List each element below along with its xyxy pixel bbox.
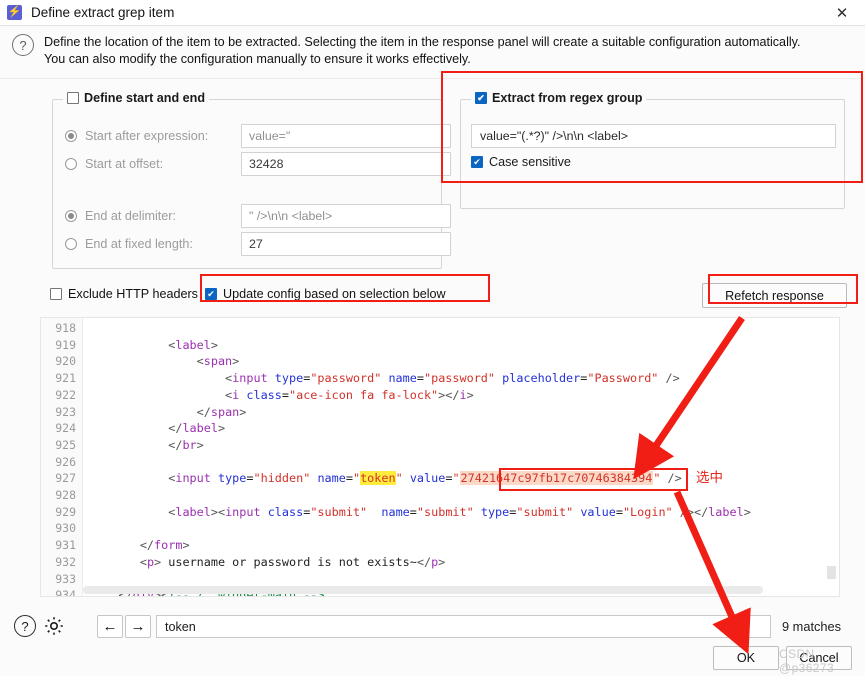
- line-number: 923: [55, 404, 76, 419]
- nav-back-icon[interactable]: ←: [97, 615, 123, 638]
- extract-regex-group: Extract from regex group value="(.*?)" /…: [460, 91, 845, 209]
- exclude-http-headers-label: Exclude HTTP headers: [68, 287, 198, 301]
- code-line: </span>: [196, 404, 247, 419]
- selected-token-value[interactable]: 27421647c97fb17c70746384394: [459, 471, 654, 486]
- line-number: 932: [55, 554, 76, 569]
- regex-pattern-input[interactable]: value="(.*?)" />\n\n <label>: [471, 124, 836, 148]
- line-number: 934: [55, 588, 76, 597]
- search-input[interactable]: token: [156, 615, 771, 638]
- end-at-delimiter-label: End at delimiter:: [85, 209, 176, 223]
- main-panel: Define start and end Start after express…: [0, 78, 865, 605]
- exclude-http-headers-row[interactable]: Exclude HTTP headers: [50, 287, 198, 301]
- start-after-expression-label: Start after expression:: [85, 129, 209, 143]
- code-line: <label><input class="submit" name="submi…: [168, 504, 751, 519]
- extract-regex-label: Extract from regex group: [492, 91, 643, 105]
- code-content[interactable]: <label> <span> <input type="password" na…: [83, 318, 839, 596]
- end-at-fixed-length-input[interactable]: 27: [241, 232, 451, 256]
- window-title: Define extract grep item: [31, 5, 175, 20]
- line-number: 926: [55, 454, 76, 469]
- line-number-gutter: 918 919 920 921 922 923 924 925 926 927 …: [41, 318, 83, 597]
- start-at-offset-input[interactable]: 32428: [241, 152, 451, 176]
- gear-icon[interactable]: [42, 614, 66, 638]
- end-at-fixed-length-radio[interactable]: [65, 238, 77, 250]
- end-at-fixed-length-label: End at fixed length:: [85, 237, 193, 251]
- line-number: 930: [55, 521, 76, 536]
- description-text: Define the location of the item to be ex…: [44, 35, 801, 66]
- code-line: <span>: [196, 354, 240, 369]
- options-row: Exclude HTTP headers Update config based…: [0, 283, 865, 309]
- define-start-end-checkbox[interactable]: [67, 92, 79, 104]
- update-config-checkbox[interactable]: [205, 288, 217, 300]
- code-line: <label>: [168, 337, 218, 352]
- description-row: ? Define the location of the item to be …: [0, 26, 865, 78]
- question-mark-icon[interactable]: ?: [14, 615, 36, 637]
- editor-vertical-scrollbar[interactable]: [827, 566, 836, 579]
- line-number: 925: [55, 437, 76, 452]
- start-at-offset-row: Start at offset: 32428: [65, 152, 451, 176]
- line-number: 921: [55, 371, 76, 386]
- case-sensitive-label: Case sensitive: [489, 155, 571, 169]
- token-highlight: token: [360, 471, 396, 486]
- line-number: 920: [55, 354, 76, 369]
- start-at-offset-radio[interactable]: [65, 158, 77, 170]
- watermark: CSDN @p36273: [779, 647, 835, 675]
- line-number: 927: [55, 471, 76, 486]
- response-code-editor[interactable]: 918 919 920 921 922 923 924 925 926 927 …: [40, 317, 840, 597]
- line-number: 924: [55, 421, 76, 436]
- extract-regex-checkbox[interactable]: [475, 92, 487, 104]
- line-number: 933: [55, 571, 76, 586]
- line-number: 928: [55, 488, 76, 503]
- exclude-http-headers-checkbox[interactable]: [50, 288, 62, 300]
- annotation-chinese-label: 选中: [695, 470, 723, 487]
- line-number: 931: [55, 538, 76, 553]
- line-number: 929: [55, 504, 76, 519]
- footer-bar: ? ← → token 9 matches OK Cancel: [0, 605, 865, 676]
- extract-regex-legend: Extract from regex group: [471, 91, 647, 105]
- start-at-offset-label: Start at offset:: [85, 157, 164, 171]
- define-start-end-legend: Define start and end: [63, 91, 210, 105]
- line-number: 919: [55, 337, 76, 352]
- code-line: </label>: [168, 421, 226, 436]
- define-start-end-label: Define start and end: [84, 91, 206, 105]
- lightning-bolt-icon: ⚡: [7, 5, 22, 20]
- end-at-delimiter-radio[interactable]: [65, 210, 77, 222]
- editor-horizontal-scrollbar[interactable]: [83, 586, 763, 594]
- ok-button[interactable]: OK: [713, 646, 779, 670]
- start-after-expression-input[interactable]: value=": [241, 124, 451, 148]
- close-icon[interactable]: ✕: [819, 0, 865, 26]
- case-sensitive-row: Case sensitive: [471, 155, 571, 169]
- start-after-expression-radio[interactable]: [65, 130, 77, 142]
- code-line: <input type="password" name="password" p…: [225, 371, 680, 386]
- line-number: 922: [55, 387, 76, 402]
- end-at-delimiter-input[interactable]: " />\n\n <label>: [241, 204, 451, 228]
- match-count-label: 9 matches: [782, 619, 842, 634]
- title-bar: ⚡ Define extract grep item ✕: [0, 0, 865, 26]
- code-line: </form>: [139, 538, 190, 553]
- case-sensitive-checkbox[interactable]: [471, 156, 483, 168]
- code-line: <p> username or password is not exists~<…: [139, 554, 446, 569]
- code-line-token: <input type="hidden" name="token" value=…: [168, 470, 723, 487]
- update-config-label: Update config based on selection below: [223, 287, 446, 301]
- nav-forward-icon[interactable]: →: [125, 615, 151, 638]
- question-mark-icon: ?: [12, 34, 34, 56]
- refetch-response-button[interactable]: Refetch response: [702, 283, 847, 308]
- define-start-end-group: Define start and end Start after express…: [52, 91, 451, 269]
- code-line: <i class="ace-icon fa fa-lock"></i>: [225, 387, 474, 402]
- code-line: </br>: [168, 437, 204, 452]
- line-number: 918: [55, 321, 76, 335]
- start-after-expression-row: Start after expression: value=": [65, 124, 451, 148]
- end-at-delimiter-row: End at delimiter: " />\n\n <label>: [65, 204, 451, 228]
- update-config-row[interactable]: Update config based on selection below: [205, 287, 446, 301]
- end-at-fixed-length-row: End at fixed length: 27: [65, 232, 451, 256]
